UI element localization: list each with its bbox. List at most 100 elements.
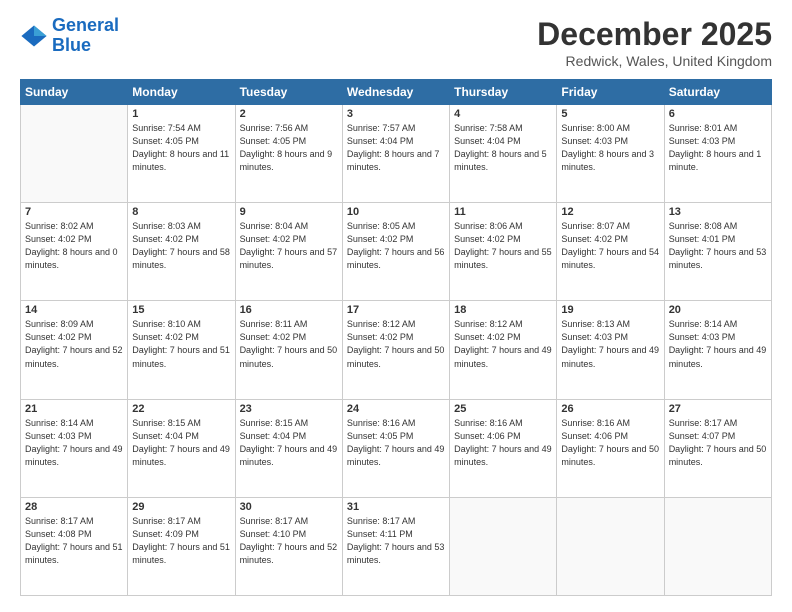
calendar-cell: 4Sunrise: 7:58 AMSunset: 4:04 PMDaylight…: [450, 105, 557, 203]
cell-info: Sunrise: 8:05 AMSunset: 4:02 PMDaylight:…: [347, 220, 445, 272]
subtitle: Redwick, Wales, United Kingdom: [537, 53, 772, 69]
calendar-cell: 1 Sunrise: 7:54 AMSunset: 4:05 PMDaylight…: [128, 105, 235, 203]
day-number: 30: [240, 501, 338, 513]
calendar-cell: 7 Sunrise: 8:02 AMSunset: 4:02 PMDaylight…: [21, 203, 128, 301]
day-number: 23: [240, 403, 338, 415]
calendar-cell: [21, 105, 128, 203]
day-number: 6: [669, 108, 767, 120]
cell-info: Sunrise: 8:17 AMSunset: 4:09 PMDaylight:…: [132, 515, 230, 567]
cell-info: Sunrise: 8:16 AMSunset: 4:05 PMDaylight:…: [347, 417, 445, 469]
cell-info: Sunrise: 8:15 AMSunset: 4:04 PMDaylight:…: [132, 417, 230, 469]
calendar-cell: 5 Sunrise: 8:00 AMSunset: 4:03 PMDaylight…: [557, 105, 664, 203]
day-number: 31: [347, 501, 445, 513]
cell-info: Sunrise: 7:58 AMSunset: 4:04 PMDaylight:…: [454, 122, 552, 174]
calendar-cell: 30 Sunrise: 8:17 AMSunset: 4:10 PMDayligh…: [235, 497, 342, 595]
day-number: 9: [240, 206, 338, 218]
day-number: 16: [240, 304, 338, 316]
day-number: 11: [454, 206, 552, 218]
cell-info: Sunrise: 8:17 AMSunset: 4:11 PMDaylight:…: [347, 515, 445, 567]
cell-info: Sunrise: 8:17 AMSunset: 4:07 PMDaylight:…: [669, 417, 767, 469]
cell-info: Sunrise: 7:57 AMSunset: 4:04 PMDaylight:…: [347, 122, 445, 174]
calendar-cell: 10 Sunrise: 8:05 AMSunset: 4:02 PMDayligh…: [342, 203, 449, 301]
calendar-cell: 31 Sunrise: 8:17 AMSunset: 4:11 PMDayligh…: [342, 497, 449, 595]
cell-info: Sunrise: 8:13 AMSunset: 4:03 PMDaylight:…: [561, 318, 659, 370]
calendar-cell: [557, 497, 664, 595]
day-number: 8: [132, 206, 230, 218]
title-section: December 2025 Redwick, Wales, United Kin…: [537, 16, 772, 69]
day-number: 2: [240, 108, 338, 120]
day-number: 15: [132, 304, 230, 316]
cell-info: Sunrise: 8:17 AMSunset: 4:10 PMDaylight:…: [240, 515, 338, 567]
cell-info: Sunrise: 8:04 AMSunset: 4:02 PMDaylight:…: [240, 220, 338, 272]
day-number: 25: [454, 403, 552, 415]
day-number: 27: [669, 403, 767, 415]
cell-info: Sunrise: 7:54 AMSunset: 4:05 PMDaylight:…: [132, 122, 230, 174]
calendar-cell: [664, 497, 771, 595]
cell-info: Sunrise: 8:02 AMSunset: 4:02 PMDaylight:…: [25, 220, 123, 272]
calendar-day-header: Wednesday: [342, 80, 449, 105]
cell-info: Sunrise: 8:15 AMSunset: 4:04 PMDaylight:…: [240, 417, 338, 469]
main-title: December 2025: [537, 16, 772, 53]
calendar-cell: 15Sunrise: 8:10 AMSunset: 4:02 PMDayligh…: [128, 301, 235, 399]
cell-info: Sunrise: 8:14 AMSunset: 4:03 PMDaylight:…: [25, 417, 123, 469]
day-number: 19: [561, 304, 659, 316]
cell-info: Sunrise: 8:09 AMSunset: 4:02 PMDaylight:…: [25, 318, 123, 370]
calendar-cell: 24 Sunrise: 8:16 AMSunset: 4:05 PMDayligh…: [342, 399, 449, 497]
calendar-cell: 8 Sunrise: 8:03 AMSunset: 4:02 PMDaylight…: [128, 203, 235, 301]
day-number: 3: [347, 108, 445, 120]
calendar-week-row: 28 Sunrise: 8:17 AMSunset: 4:08 PMDayligh…: [21, 497, 772, 595]
cell-info: Sunrise: 8:16 AMSunset: 4:06 PMDaylight:…: [561, 417, 659, 469]
cell-info: Sunrise: 8:11 AMSunset: 4:02 PMDaylight:…: [240, 318, 338, 370]
calendar-cell: 26 Sunrise: 8:16 AMSunset: 4:06 PMDayligh…: [557, 399, 664, 497]
calendar-cell: 11Sunrise: 8:06 AMSunset: 4:02 PMDayligh…: [450, 203, 557, 301]
day-number: 17: [347, 304, 445, 316]
day-number: 29: [132, 501, 230, 513]
day-number: 22: [132, 403, 230, 415]
day-number: 5: [561, 108, 659, 120]
calendar-cell: 13 Sunrise: 8:08 AMSunset: 4:01 PMDayligh…: [664, 203, 771, 301]
calendar-cell: 2 Sunrise: 7:56 AMSunset: 4:05 PMDaylight…: [235, 105, 342, 203]
calendar-cell: 29 Sunrise: 8:17 AMSunset: 4:09 PMDayligh…: [128, 497, 235, 595]
calendar-cell: 18 Sunrise: 8:12 AMSunset: 4:02 PMDayligh…: [450, 301, 557, 399]
day-number: 12: [561, 206, 659, 218]
calendar-day-header: Friday: [557, 80, 664, 105]
cell-info: Sunrise: 7:56 AMSunset: 4:05 PMDaylight:…: [240, 122, 338, 174]
calendar-cell: 6 Sunrise: 8:01 AMSunset: 4:03 PMDaylight…: [664, 105, 771, 203]
calendar-cell: [450, 497, 557, 595]
calendar-cell: 3 Sunrise: 7:57 AMSunset: 4:04 PMDaylight…: [342, 105, 449, 203]
cell-info: Sunrise: 8:08 AMSunset: 4:01 PMDaylight:…: [669, 220, 767, 272]
day-number: 14: [25, 304, 123, 316]
calendar-cell: 28 Sunrise: 8:17 AMSunset: 4:08 PMDayligh…: [21, 497, 128, 595]
cell-info: Sunrise: 8:03 AMSunset: 4:02 PMDaylight:…: [132, 220, 230, 272]
cell-info: Sunrise: 8:16 AMSunset: 4:06 PMDaylight:…: [454, 417, 552, 469]
cell-info: Sunrise: 8:07 AMSunset: 4:02 PMDaylight:…: [561, 220, 659, 272]
logo-text: General Blue: [52, 16, 119, 56]
calendar-day-header: Thursday: [450, 80, 557, 105]
cell-info: Sunrise: 8:01 AMSunset: 4:03 PMDaylight:…: [669, 122, 767, 174]
calendar-cell: 27 Sunrise: 8:17 AMSunset: 4:07 PMDayligh…: [664, 399, 771, 497]
cell-info: Sunrise: 8:12 AMSunset: 4:02 PMDaylight:…: [454, 318, 552, 370]
day-number: 7: [25, 206, 123, 218]
day-number: 26: [561, 403, 659, 415]
cell-info: Sunrise: 8:12 AMSunset: 4:02 PMDaylight:…: [347, 318, 445, 370]
calendar-header-row: SundayMondayTuesdayWednesdayThursdayFrid…: [21, 80, 772, 105]
calendar-day-header: Saturday: [664, 80, 771, 105]
calendar-week-row: 1 Sunrise: 7:54 AMSunset: 4:05 PMDaylight…: [21, 105, 772, 203]
calendar-cell: 23 Sunrise: 8:15 AMSunset: 4:04 PMDayligh…: [235, 399, 342, 497]
cell-info: Sunrise: 8:17 AMSunset: 4:08 PMDaylight:…: [25, 515, 123, 567]
day-number: 20: [669, 304, 767, 316]
calendar-cell: 22 Sunrise: 8:15 AMSunset: 4:04 PMDayligh…: [128, 399, 235, 497]
day-number: 24: [347, 403, 445, 415]
day-number: 21: [25, 403, 123, 415]
day-number: 28: [25, 501, 123, 513]
cell-info: Sunrise: 8:00 AMSunset: 4:03 PMDaylight:…: [561, 122, 659, 174]
day-number: 18: [454, 304, 552, 316]
calendar-cell: 9 Sunrise: 8:04 AMSunset: 4:02 PMDaylight…: [235, 203, 342, 301]
day-number: 13: [669, 206, 767, 218]
calendar-week-row: 21 Sunrise: 8:14 AMSunset: 4:03 PMDayligh…: [21, 399, 772, 497]
header: General Blue December 2025 Redwick, Wale…: [20, 16, 772, 69]
day-number: 1: [132, 108, 230, 120]
day-number: 10: [347, 206, 445, 218]
logo: General Blue: [20, 16, 119, 56]
calendar-day-header: Sunday: [21, 80, 128, 105]
